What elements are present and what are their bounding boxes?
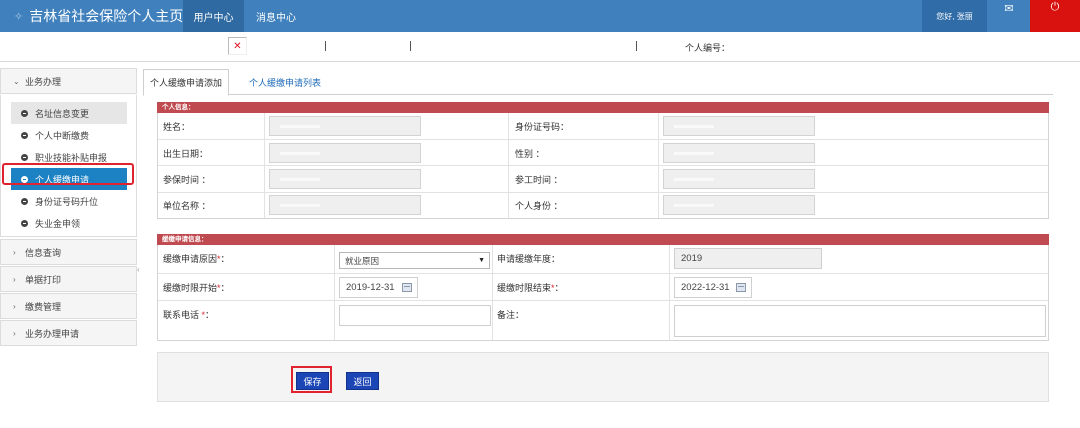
name-label: 姓名： <box>163 122 191 132</box>
section-personal-info: 个人信息： <box>157 102 1049 113</box>
year-label: 申请缓缴年度： <box>497 254 561 264</box>
form-row: 缓缴时限开始*： 2019-12-31 缓缴时限结束*： 2022-12-31 <box>158 274 1048 301</box>
start-date-input[interactable]: 2019-12-31 <box>339 277 418 298</box>
sidebar-item-unemployment-benefit[interactable]: 失业金申领 <box>1 212 127 234</box>
user-greeting[interactable]: 您好, 张丽 <box>922 0 987 32</box>
divider <box>508 113 509 218</box>
sidebar: ⌄ 业务办理 名址信息变更 个人中断缴费 职业技能补贴申报 个人缓缴申请 身份证… <box>0 68 137 346</box>
form-row: 出生日期： 性别 ： <box>158 140 1048 166</box>
phone-label: 联系电话 *： <box>163 310 215 320</box>
minus-circle-icon <box>21 109 28 117</box>
id-number-label: 身份证号码： <box>515 122 570 132</box>
gender-field <box>663 143 815 163</box>
power-icon[interactable]: ⏻ <box>1030 0 1080 32</box>
chevron-right-icon: › <box>13 274 16 284</box>
minus-circle-icon <box>21 153 28 161</box>
mail-icon[interactable]: ✉ <box>989 0 1029 32</box>
broken-image-icon: ✕ <box>228 37 247 55</box>
divider <box>264 113 265 218</box>
chevron-right-icon: › <box>13 247 16 257</box>
insured-time-field <box>269 169 421 189</box>
form-row: 姓名： 身份证号码： <box>158 113 1048 140</box>
remark-label: 备注： <box>497 310 525 320</box>
caret-down-icon: ▼ <box>478 257 485 264</box>
reason-select[interactable]: 就业原因 ▼ <box>339 252 490 269</box>
chevron-right-icon: › <box>13 328 16 338</box>
minus-circle-icon <box>21 219 28 227</box>
identity-label: 个人身份 ： <box>515 201 563 211</box>
name-field <box>269 116 421 136</box>
divider <box>325 41 326 51</box>
divider <box>669 245 670 340</box>
tab-deferral-list[interactable]: 个人缓缴申请列表 <box>240 69 330 96</box>
divider <box>334 245 335 340</box>
sidebar-section-print[interactable]: › 单据打印 <box>0 266 137 292</box>
person-id-label: 个人编号： <box>685 43 731 53</box>
divider <box>658 113 659 218</box>
sidebar-section-business-application[interactable]: › 业务办理申请 <box>0 320 137 346</box>
phone-input[interactable] <box>339 305 491 326</box>
top-bar: ✧ 吉林省社会保险个人主页 用户中心 消息中心 您好, 张丽 ✉ ⏻ <box>0 0 1080 32</box>
sidebar-item-address-change[interactable]: 名址信息变更 <box>11 102 127 124</box>
personal-info-grid: 姓名： 身份证号码： 出生日期： 性别 ： 参保时间 ： 参工时间 ： 单位名称… <box>157 113 1049 219</box>
sidebar-item-id-upgrade[interactable]: 身份证号码升位 <box>1 190 127 212</box>
minus-circle-icon <box>21 197 28 205</box>
id-number-field <box>663 116 815 136</box>
employer-field <box>269 195 421 215</box>
highlight-box <box>291 366 332 393</box>
deferral-info-grid: 缓缴申请原因*： 就业原因 ▼ 申请缓缴年度： 2019 缓缴时限开始*： 20… <box>157 245 1049 341</box>
end-date-input[interactable]: 2022-12-31 <box>674 277 752 298</box>
chevron-right-icon: › <box>13 301 16 311</box>
form-row: 联系电话 *： 备注： <box>158 301 1048 340</box>
end-label: 缓缴时限结束*： <box>497 283 564 293</box>
work-start-label: 参工时间 ： <box>515 175 563 185</box>
tab-deferral-add[interactable]: 个人缓缴申请添加 <box>143 69 229 96</box>
highlight-box <box>2 163 134 185</box>
reason-label: 缓缴申请原因*： <box>163 254 230 264</box>
tab-bar: 个人缓缴申请添加 个人缓缴申请列表 <box>143 69 1053 96</box>
divider <box>492 245 493 340</box>
site-brand[interactable]: ✧ 吉林省社会保险个人主页 <box>14 0 183 32</box>
chevron-down-icon: ⌄ <box>13 76 20 86</box>
nav-user-center[interactable]: 用户中心 <box>183 0 244 32</box>
birth-date-field <box>269 143 421 163</box>
user-info-strip: ✕ 个人编号： <box>0 32 1080 62</box>
divider <box>410 41 411 51</box>
form-row: 单位名称 ： 个人身份 ： <box>158 193 1048 218</box>
year-field: 2019 <box>674 248 822 269</box>
divider <box>636 41 637 51</box>
insured-time-label: 参保时间 ： <box>163 175 211 185</box>
site-title: 吉林省社会保险个人主页 <box>29 8 184 24</box>
section-deferral-info: 缓缴申请信息： <box>157 234 1049 245</box>
gender-label: 性别 ： <box>515 149 545 159</box>
identity-field <box>663 195 815 215</box>
form-row: 缓缴申请原因*： 就业原因 ▼ 申请缓缴年度： 2019 <box>158 245 1048 274</box>
leaf-logo-icon: ✧ <box>14 10 24 23</box>
calendar-icon[interactable] <box>402 283 412 292</box>
form-row: 参保时间 ： 参工时间 ： <box>158 166 1048 193</box>
sidebar-item-interrupt-payment[interactable]: 个人中断缴费 <box>1 124 127 146</box>
work-start-field <box>663 169 815 189</box>
birth-date-label: 出生日期： <box>163 149 209 159</box>
sidebar-section-info-query[interactable]: › 信息查询 <box>0 239 137 265</box>
calendar-icon[interactable] <box>736 283 746 292</box>
collapse-sidebar-icon[interactable]: ‹ <box>137 265 140 274</box>
nav-message-center[interactable]: 消息中心 <box>247 0 305 32</box>
remark-textarea[interactable] <box>674 305 1046 337</box>
sidebar-section-payment[interactable]: › 缴费管理 <box>0 293 137 319</box>
start-label: 缓缴时限开始*： <box>163 283 230 293</box>
back-button[interactable]: 返回 <box>346 372 379 390</box>
employer-label: 单位名称 ： <box>163 201 211 211</box>
sidebar-section-business[interactable]: ⌄ 业务办理 <box>0 68 137 94</box>
minus-circle-icon <box>21 131 28 139</box>
